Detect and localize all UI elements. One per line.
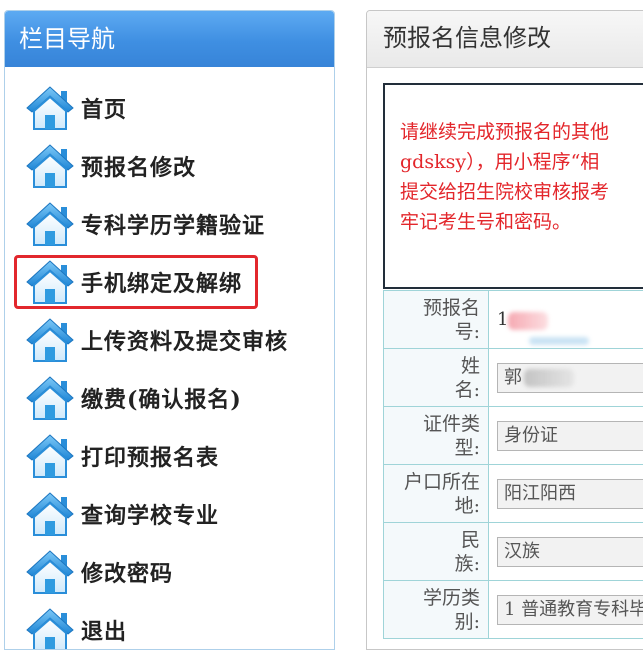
sidebar-item-label: 缴费(确认报名) [81, 382, 242, 414]
sidebar-item-print-form[interactable]: 打印预报名表 [5, 427, 334, 485]
form-row-prereg-no: 预报名号: 1 [384, 291, 643, 349]
sidebar-item-change-password[interactable]: 修改密码 [5, 543, 334, 601]
ethnicity-field[interactable]: 汉族 [497, 537, 643, 567]
registration-form: 预报名号: 1 姓名: 郭 证件类型: 身份证 [383, 290, 643, 639]
home-icon [25, 317, 75, 363]
sidebar-item-label: 退出 [81, 614, 127, 646]
form-row-education-type: 学历类别: 1 普通教育专科毕 [384, 581, 643, 639]
notice-box: 请继续完成预报名的其他 gdsksy），用小程序“相 提交给招生院校审核报考 牢… [383, 83, 643, 289]
id-type-value-cell: 身份证 [489, 407, 643, 465]
form-row-household: 户口所在地: 阳江阳西 [384, 465, 643, 523]
sidebar-item-label: 打印预报名表 [81, 440, 219, 472]
sidebar-item-home[interactable]: 首页 [5, 79, 334, 137]
sidebar-item-upload-submit[interactable]: 上传资料及提交审核 [5, 311, 334, 369]
ethnicity-label: 民族: [384, 523, 489, 581]
sidebar-item-label: 上传资料及提交审核 [81, 324, 288, 356]
name-label: 姓名: [384, 349, 489, 407]
home-icon [25, 85, 75, 131]
home-icon [25, 433, 75, 479]
page-title: 预报名信息修改 [367, 11, 643, 68]
form-row-id-type: 证件类型: 身份证 [384, 407, 643, 465]
sidebar-item-label: 手机绑定及解绑 [81, 266, 242, 298]
form-row-name: 姓名: 郭 [384, 349, 643, 407]
redacted-mark [524, 369, 574, 387]
ethnicity-value-cell: 汉族 [489, 523, 643, 581]
sidebar-item-phone-binding[interactable]: 手机绑定及解绑 [5, 253, 334, 311]
sidebar-item-label: 查询学校专业 [81, 498, 219, 530]
home-icon [25, 201, 75, 247]
sidebar-item-school-query[interactable]: 查询学校专业 [5, 485, 334, 543]
notice-line-1: 请继续完成预报名的其他 [400, 117, 643, 147]
name-value-cell: 郭 [489, 349, 643, 407]
household-label: 户口所在地: [384, 465, 489, 523]
id-type-field[interactable]: 身份证 [497, 421, 643, 451]
nav-menu: 首页预报名修改专科学历学籍验证手机绑定及解绑上传资料及提交审核缴费(确认报名) 打… [5, 67, 334, 650]
redacted-mark [529, 337, 589, 345]
home-icon [25, 607, 75, 650]
prereg-no-label: 预报名号: [384, 291, 489, 349]
sidebar-item-label: 修改密码 [81, 556, 173, 588]
sidebar-item-label: 预报名修改 [81, 150, 196, 182]
notice-line-3: 提交给招生院校审核报考 [400, 177, 643, 207]
main-panel: 预报名信息修改 请继续完成预报名的其他 gdsksy），用小程序“相 提交给招生… [366, 10, 643, 650]
home-icon [25, 491, 75, 537]
education-type-label: 学历类别: [384, 581, 489, 639]
notice-line-2: gdsksy），用小程序“相 [400, 147, 643, 177]
form-row-ethnicity: 民族: 汉族 [384, 523, 643, 581]
redacted-mark [508, 312, 548, 330]
id-type-label: 证件类型: [384, 407, 489, 465]
household-value-cell: 阳江阳西 [489, 465, 643, 523]
sidebar-item-payment[interactable]: 缴费(确认报名) [5, 369, 334, 427]
sidebar-nav: 栏目导航 首页预报名修改专科学历学籍验证手机绑定及解绑上传资料及提交审核缴费(确… [4, 10, 335, 650]
household-field[interactable]: 阳江阳西 [497, 479, 643, 509]
sidebar-title: 栏目导航 [5, 11, 334, 67]
home-icon [25, 259, 75, 305]
prereg-no-value: 1 [497, 309, 508, 330]
sidebar-item-diploma-verify[interactable]: 专科学历学籍验证 [5, 195, 334, 253]
education-type-value-cell: 1 普通教育专科毕 [489, 581, 643, 639]
home-icon [25, 143, 75, 189]
name-field[interactable]: 郭 [497, 363, 643, 393]
sidebar-item-label: 首页 [81, 92, 127, 124]
sidebar-item-prereg-edit[interactable]: 预报名修改 [5, 137, 334, 195]
sidebar-item-label: 专科学历学籍验证 [81, 208, 265, 240]
prereg-no-value-cell: 1 [489, 291, 643, 349]
home-icon [25, 375, 75, 421]
notice-line-4: 牢记考生号和密码。 [400, 207, 643, 237]
home-icon [25, 549, 75, 595]
education-type-field[interactable]: 1 普通教育专科毕 [497, 595, 643, 625]
